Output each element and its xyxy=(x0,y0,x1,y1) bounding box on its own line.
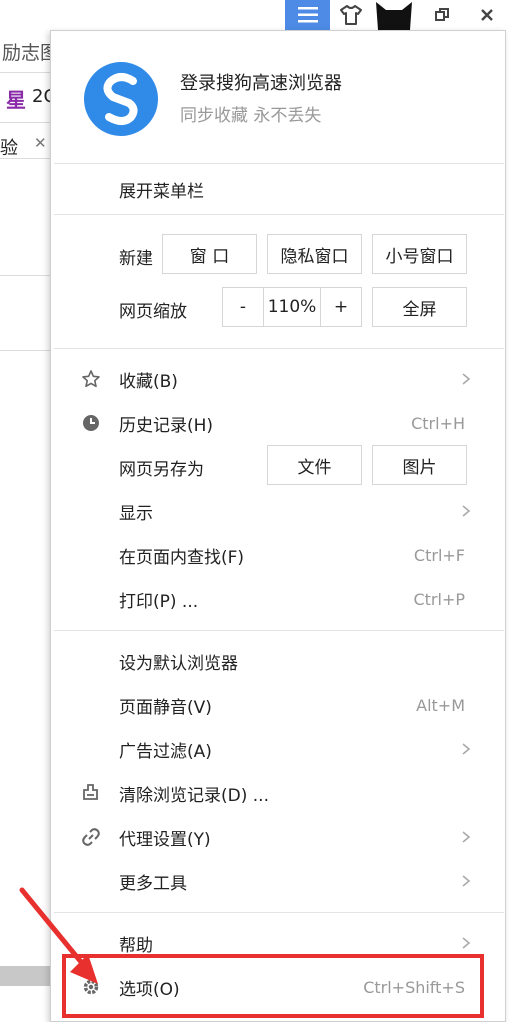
annotation-arrow-icon xyxy=(19,887,98,984)
cat-avatar-icon xyxy=(376,2,412,30)
zoom-label: 网页缩放 xyxy=(119,301,187,322)
restore-icon xyxy=(435,8,449,21)
bg-divider xyxy=(0,158,50,159)
zoom-level: 110% xyxy=(263,287,321,327)
chevron-right-icon xyxy=(462,831,471,843)
zoom-out-button[interactable]: - xyxy=(222,287,264,327)
chevron-right-icon xyxy=(462,937,471,949)
bg-divider xyxy=(0,350,50,351)
highlight-box xyxy=(62,954,484,1018)
sogou-logo[interactable] xyxy=(83,61,159,137)
menu-item-label: 历史记录(H) xyxy=(119,415,214,436)
menu-item-shortcut: Alt+M xyxy=(416,695,465,715)
menu-item-label: 更多工具 xyxy=(119,873,187,894)
menu-item-label: 清除浏览记录(D) ... xyxy=(119,785,269,806)
new-label: 新建 xyxy=(119,248,153,269)
close-icon xyxy=(481,9,493,21)
menu-item-shortcut: Ctrl+H xyxy=(411,413,465,433)
menu-item-label: 显示 xyxy=(119,503,153,524)
menu-item-label: 帮助 xyxy=(119,935,153,956)
link-icon xyxy=(82,828,100,846)
login-subtitle: 同步收藏 永不丢失 xyxy=(180,106,322,126)
bg-divider xyxy=(0,275,50,276)
menu-item-proxy[interactable]: 代理设置(Y) xyxy=(51,815,505,859)
menu-item-find[interactable]: 在页面内查找(F) Ctrl+F xyxy=(51,533,505,577)
menu-button[interactable] xyxy=(285,0,330,30)
menu-item-default-browser[interactable]: 设为默认浏览器 xyxy=(51,639,505,683)
tshirt-icon xyxy=(340,5,362,25)
new-window-button[interactable]: 窗 口 xyxy=(162,234,257,274)
menu-item-shortcut: Ctrl+F xyxy=(413,545,465,565)
save-image-button[interactable]: 图片 xyxy=(372,445,467,485)
divider xyxy=(54,630,504,631)
divider xyxy=(54,912,504,913)
bg-divider xyxy=(0,72,50,73)
menu-item-clear-history[interactable]: 清除浏览记录(D) ... xyxy=(51,771,505,815)
menu-item-label: 收藏(B) xyxy=(119,371,178,392)
main-menu: 登录搜狗高速浏览器 同步收藏 永不丢失 展开菜单栏 新建 窗 口 隐私窗口 小号… xyxy=(50,30,506,1022)
save-file-button[interactable]: 文件 xyxy=(267,445,362,485)
small-window-button[interactable]: 小号窗口 xyxy=(372,234,467,274)
private-window-button[interactable]: 隐私窗口 xyxy=(267,234,362,274)
bg-star-icon: 星 xyxy=(6,88,26,112)
menu-item-expand-menubar[interactable]: 展开菜单栏 xyxy=(51,167,505,211)
menu-item-label: 展开菜单栏 xyxy=(119,181,204,202)
menu-item-label: 设为默认浏览器 xyxy=(119,653,238,674)
avatar[interactable] xyxy=(374,0,414,30)
chevron-right-icon xyxy=(462,743,471,755)
skin-button[interactable] xyxy=(336,0,366,30)
star-icon xyxy=(82,370,100,388)
chevron-right-icon xyxy=(462,505,471,517)
chevron-right-icon xyxy=(462,875,471,887)
menu-item-label: 页面静音(V) xyxy=(119,697,212,718)
restore-button[interactable] xyxy=(427,0,457,30)
menu-item-print[interactable]: 打印(P) ... Ctrl+P xyxy=(51,577,505,621)
menu-item-adblock[interactable]: 广告过滤(A) xyxy=(51,727,505,771)
chevron-right-icon xyxy=(462,373,471,385)
close-button[interactable] xyxy=(472,0,502,30)
menu-item-label: 代理设置(Y) xyxy=(119,829,211,850)
save-as-label: 网页另存为 xyxy=(119,459,204,480)
menu-item-favorites[interactable]: 收藏(B) xyxy=(51,357,505,401)
bg-tag-text: 验 xyxy=(0,138,18,159)
zoom-in-button[interactable]: + xyxy=(320,287,362,327)
bg-close-icon[interactable]: ✕ xyxy=(34,134,47,152)
divider xyxy=(54,214,504,215)
menu-item-shortcut: Ctrl+P xyxy=(413,589,465,609)
eraser-icon xyxy=(83,784,98,800)
menu-item-label: 在页面内查找(F) xyxy=(119,547,245,568)
menu-item-label: 广告过滤(A) xyxy=(119,741,212,762)
login-title[interactable]: 登录搜狗高速浏览器 xyxy=(180,69,342,95)
hamburger-icon xyxy=(297,7,318,23)
divider xyxy=(54,163,504,164)
fullscreen-button[interactable]: 全屏 xyxy=(372,287,467,327)
menu-item-label: 打印(P) ... xyxy=(119,591,199,612)
menu-item-display[interactable]: 显示 xyxy=(51,489,505,533)
divider xyxy=(54,348,504,349)
menu-item-mute[interactable]: 页面静音(V) Alt+M xyxy=(51,683,505,727)
sogou-logo-icon xyxy=(84,62,158,136)
clock-icon xyxy=(83,415,99,431)
menu-item-history[interactable]: 历史记录(H) Ctrl+H xyxy=(51,401,505,445)
bg-divider xyxy=(0,122,50,123)
